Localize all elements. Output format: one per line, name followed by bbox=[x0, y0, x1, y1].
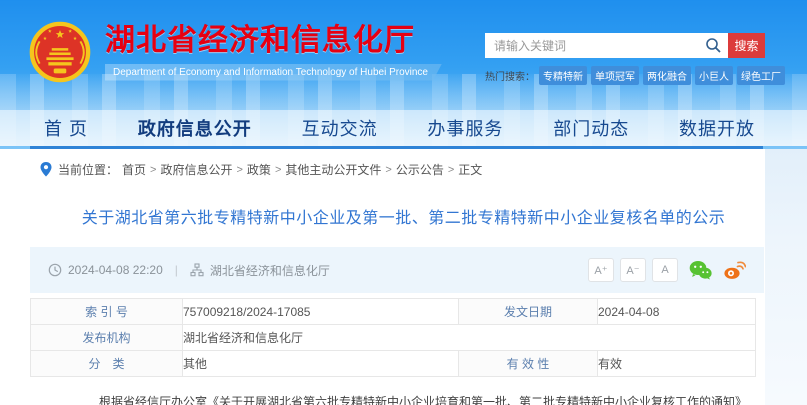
nav-item-gov-info[interactable]: 政府信息公开 bbox=[138, 115, 252, 141]
page: 湖北省经济和信息化厅 Department of Economy and Inf… bbox=[0, 0, 807, 405]
publish-time: 2024-04-08 22:20 bbox=[68, 263, 163, 277]
nav-item-dept-news[interactable]: 部门动态 bbox=[553, 115, 629, 141]
issue-date-label: 发文日期 bbox=[459, 299, 598, 325]
validity-value: 有效 bbox=[598, 351, 756, 377]
font-smaller-button[interactable]: A⁻ bbox=[620, 258, 646, 282]
breadcrumb: 当前位置： 首页 > 政府信息公开 > 政策 > 其他主动公开文件 > 公示公告… bbox=[40, 161, 807, 178]
nav-item-home[interactable]: 首 页 bbox=[44, 115, 88, 141]
table-row: 发布机构 湖北省经济和信息化厅 bbox=[31, 325, 756, 351]
search-row: 搜索 bbox=[485, 33, 765, 58]
hot-search-label: 热门搜索： bbox=[485, 68, 535, 83]
publishing-org-value: 湖北省经济和信息化厅 bbox=[183, 325, 756, 351]
breadcrumb-separator: > bbox=[150, 164, 156, 176]
wechat-share-icon[interactable] bbox=[689, 260, 712, 280]
search-box bbox=[485, 33, 728, 58]
search-button[interactable]: 搜索 bbox=[728, 33, 765, 58]
hot-tag[interactable]: 专精特新 bbox=[539, 66, 587, 85]
nav-item-services[interactable]: 办事服务 bbox=[427, 115, 503, 141]
site-title: 湖北省经济和信息化厅 bbox=[105, 24, 442, 59]
article-title: 关于湖北省第六批专精特新中小企业及第一批、第二批专精特新中小企业复核名单的公示 bbox=[0, 204, 807, 228]
nav-item-open-data[interactable]: 数据开放 bbox=[679, 115, 755, 141]
main-nav: 首 页 政府信息公开 互动交流 办事服务 部门动态 数据开放 bbox=[0, 110, 807, 146]
article-body-paragraph: 根据省经信厅办公室《关于开展湖北省第六批专精特新中小企业培育和第一批、第二批专精… bbox=[75, 393, 757, 405]
article-source: 湖北省经济和信息化厅 bbox=[210, 262, 330, 279]
nav-underline bbox=[30, 146, 763, 149]
search-area: 搜索 热门搜索： 专精特新 单项冠军 两化融合 小巨人 绿色工厂 bbox=[485, 33, 765, 85]
table-row: 分 类 其他 有 效 性 有效 bbox=[31, 351, 756, 377]
hot-tag[interactable]: 绿色工厂 bbox=[737, 66, 785, 85]
clock-icon bbox=[48, 263, 62, 277]
breadcrumb-separator: > bbox=[448, 164, 454, 176]
hot-tag[interactable]: 单项冠军 bbox=[591, 66, 639, 85]
source-org-icon bbox=[190, 263, 204, 277]
breadcrumb-item-gov-info[interactable]: 政府信息公开 bbox=[160, 161, 232, 178]
site-subtitle: Department of Economy and Information Te… bbox=[105, 64, 442, 81]
breadcrumb-item-home[interactable]: 首页 bbox=[122, 161, 146, 178]
publishing-org-label: 发布机构 bbox=[31, 325, 183, 351]
hot-tag[interactable]: 两化融合 bbox=[643, 66, 691, 85]
index-number-value: 757009218/2024-17085 bbox=[183, 299, 459, 325]
article-meta-right: A⁺ A⁻ A bbox=[582, 258, 746, 282]
breadcrumb-item-current: 正文 bbox=[458, 161, 482, 178]
nav-item-interaction[interactable]: 互动交流 bbox=[302, 115, 378, 141]
page-right-background bbox=[765, 149, 807, 405]
breadcrumb-separator: > bbox=[275, 164, 281, 176]
document-info-table: 索 引 号 757009218/2024-17085 发文日期 2024-04-… bbox=[30, 298, 756, 377]
breadcrumb-separator: > bbox=[385, 164, 391, 176]
validity-label: 有 效 性 bbox=[459, 351, 598, 377]
breadcrumb-item-announcements[interactable]: 公示公告 bbox=[396, 161, 444, 178]
font-reset-button[interactable]: A bbox=[652, 258, 678, 282]
article-meta-left: 2024-04-08 22:20 | 湖北省经济和信息化厅 bbox=[48, 262, 330, 279]
search-input[interactable] bbox=[485, 33, 728, 58]
article-meta-bar: 2024-04-08 22:20 | 湖北省经济和信息化厅 A⁺ A⁻ A bbox=[30, 247, 764, 293]
site-logo[interactable]: 湖北省经济和信息化厅 Department of Economy and Inf… bbox=[28, 20, 442, 84]
hot-search-row: 热门搜索： 专精特新 单项冠军 两化融合 小巨人 绿色工厂 bbox=[485, 66, 765, 85]
breadcrumb-separator: > bbox=[236, 164, 242, 176]
meta-separator: | bbox=[175, 263, 178, 277]
location-pin-icon bbox=[40, 162, 52, 177]
national-emblem-icon bbox=[28, 20, 92, 84]
weibo-share-icon[interactable] bbox=[723, 260, 746, 280]
font-larger-button[interactable]: A⁺ bbox=[588, 258, 614, 282]
category-value: 其他 bbox=[183, 351, 459, 377]
category-label: 分 类 bbox=[31, 351, 183, 377]
breadcrumb-item-policy[interactable]: 政策 bbox=[247, 161, 271, 178]
index-number-label: 索 引 号 bbox=[31, 299, 183, 325]
site-header: 湖北省经济和信息化厅 Department of Economy and Inf… bbox=[0, 0, 807, 149]
site-title-block: 湖北省经济和信息化厅 Department of Economy and Inf… bbox=[105, 20, 442, 81]
breadcrumb-label: 当前位置： bbox=[58, 161, 118, 178]
table-row: 索 引 号 757009218/2024-17085 发文日期 2024-04-… bbox=[31, 299, 756, 325]
hot-tag[interactable]: 小巨人 bbox=[695, 66, 733, 85]
breadcrumb-item-other-docs[interactable]: 其他主动公开文件 bbox=[285, 161, 381, 178]
issue-date-value: 2024-04-08 bbox=[598, 299, 756, 325]
search-icon bbox=[705, 37, 722, 54]
